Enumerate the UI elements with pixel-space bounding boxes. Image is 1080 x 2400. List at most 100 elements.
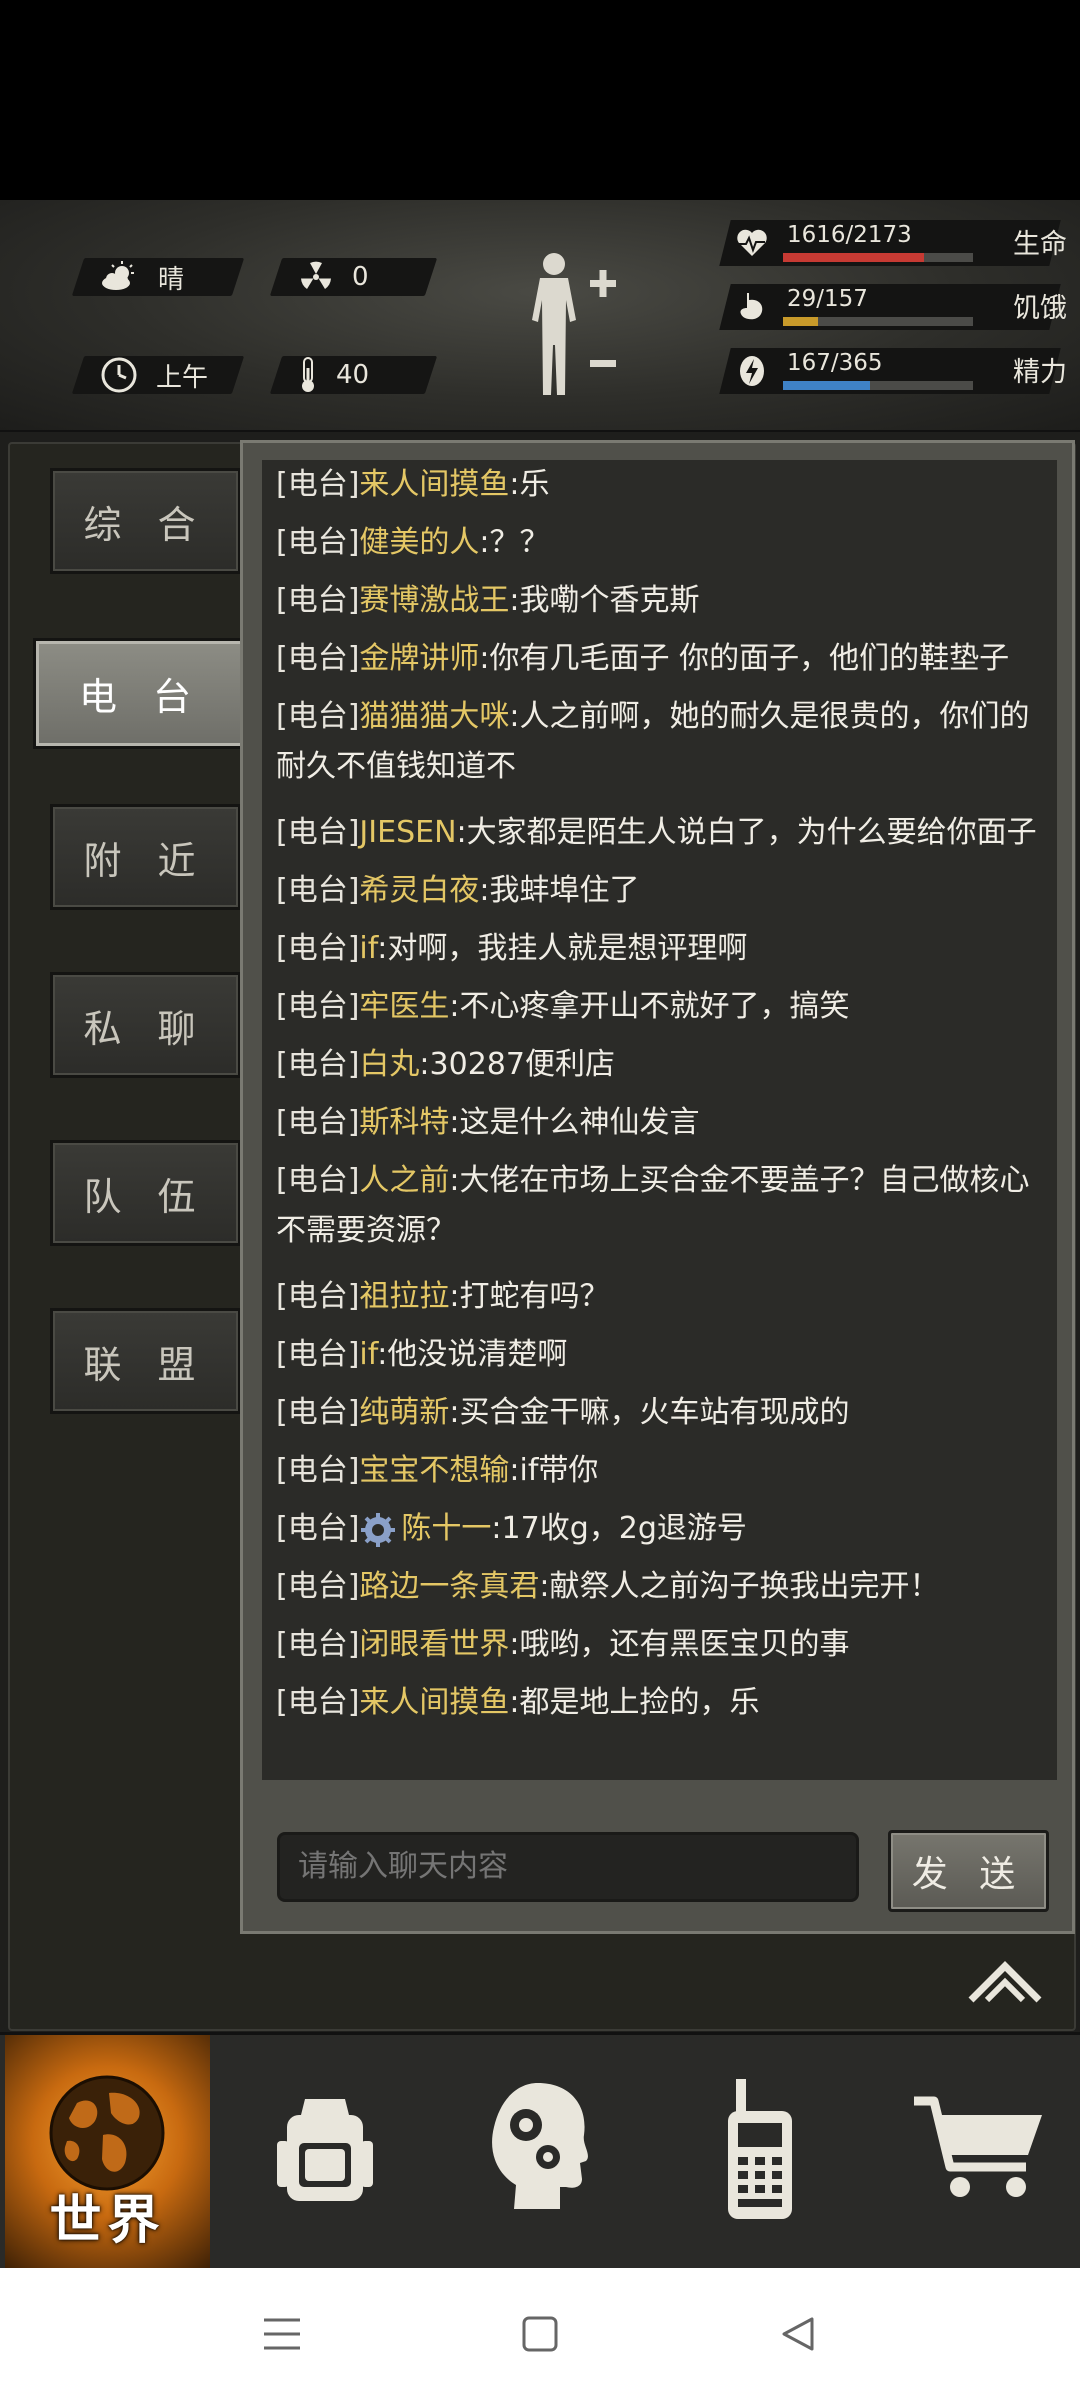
time-of-day-text: 上午 <box>156 362 209 393</box>
message-text: :？？ <box>479 525 550 560</box>
message-text: :我蚌埠住了 <box>479 873 640 908</box>
message-channel: [电台] <box>276 1453 360 1488</box>
message-username[interactable]: 纯萌新 <box>359 1395 449 1430</box>
menu-icon[interactable] <box>262 2316 302 2352</box>
radio-icon <box>728 2079 792 2219</box>
nav-shop[interactable] <box>880 2035 1080 2271</box>
message-username[interactable]: if <box>359 931 377 966</box>
message-channel: [电台] <box>276 873 360 908</box>
temperature-pill: 40 <box>269 356 438 394</box>
collapse-up-icon[interactable] <box>965 1958 1045 2008</box>
message-channel: [电台] <box>276 1685 360 1720</box>
energy-label: 精力 <box>1013 357 1067 388</box>
chat-message: [电台]路边一条真君:献祭人之前沟子换我出完开！ <box>276 1562 1051 1612</box>
message-username[interactable]: 来人间摸鱼 <box>359 467 509 502</box>
globe-icon <box>49 2075 165 2191</box>
message-channel: [电台] <box>276 1627 360 1662</box>
message-channel: [电台] <box>276 1337 360 1372</box>
message-username[interactable]: 健美的人 <box>359 525 479 560</box>
message-channel: [电台] <box>276 931 360 966</box>
nav-world-label: 世界 <box>49 2191 166 2251</box>
message-channel: [电台] <box>276 1511 360 1546</box>
chat-message-list[interactable]: [电台]来人间摸鱼:乐 [电台]健美的人:？？ [电台]赛博激战王:我嘞个香克斯 [电… <box>262 460 1057 1780</box>
heart-pulse-icon <box>737 229 767 256</box>
radiation-icon <box>301 261 331 289</box>
health-label: 生命 <box>1013 229 1067 260</box>
message-channel: [电台] <box>276 525 360 560</box>
nav-skills[interactable] <box>440 2035 640 2271</box>
message-channel: [电台] <box>276 815 360 850</box>
radiation-pill: 0 <box>269 258 438 296</box>
weather-text: 晴 <box>158 264 185 295</box>
chat-message: [电台]if:对啊，我挂人就是想评理啊 <box>276 924 1051 974</box>
chat-message: [电台]金牌讲师:你有几毛面子 你的面子，他们的鞋垫子 <box>276 634 1051 684</box>
chat-message: [电台]赛博激战王:我嘞个香克斯 <box>276 576 1051 626</box>
tab-private[interactable]: 私 聊 <box>50 972 241 1078</box>
message-text: :乐 <box>509 467 550 502</box>
message-channel: [电台] <box>276 1163 360 1198</box>
message-username[interactable]: 陈十一 <box>401 1511 491 1546</box>
message-text: :大家都是陌生人说白了，为什么要给你面子 <box>456 815 1037 850</box>
chat-message: [电台]健美的人:？？ <box>276 518 1051 568</box>
body-status-icon[interactable] <box>520 250 620 400</box>
time-pill: 上午 <box>71 356 245 394</box>
tab-alliance[interactable]: 联 盟 <box>50 1308 241 1414</box>
stat-health: 1616/2173 生命 <box>719 220 1067 266</box>
tab-nearby[interactable]: 附 近 <box>50 804 241 910</box>
back-icon[interactable] <box>780 2316 816 2352</box>
message-username[interactable]: 牢医生 <box>359 989 449 1024</box>
stomach-icon <box>740 293 763 320</box>
weather-pill: 晴 <box>71 258 245 296</box>
message-channel: [电台] <box>276 1047 360 1082</box>
message-username[interactable]: 宝宝不想输 <box>359 1453 509 1488</box>
message-text: :我嘞个香克斯 <box>509 583 700 618</box>
message-username[interactable]: 赛博激战王 <box>359 583 509 618</box>
chat-message: [电台]JIESEN:大家都是陌生人说白了，为什么要给你面子 <box>276 808 1051 858</box>
message-username[interactable]: 来人间摸鱼 <box>359 1685 509 1720</box>
hud-panel: 晴 0 上午 40 1616/2173 生命 29/157 饥饿 167/365… <box>0 200 1080 432</box>
tab-general[interactable]: 综 合 <box>50 468 241 574</box>
chat-message: [电台] 陈十一:17收g，2g退游号 <box>276 1504 1051 1554</box>
message-username[interactable]: 闭眼看世界 <box>359 1627 509 1662</box>
message-username[interactable]: JIESEN <box>359 815 456 850</box>
message-channel: [电台] <box>276 1279 360 1314</box>
backpack-icon <box>277 2099 373 2201</box>
nav-world[interactable]: 世界 <box>5 2035 210 2271</box>
health-value: 1616/2173 <box>787 222 912 248</box>
tab-team[interactable]: 队 伍 <box>50 1140 241 1246</box>
message-username[interactable]: 猫猫猫大咪 <box>359 699 509 734</box>
message-username[interactable]: 金牌讲师 <box>359 641 479 676</box>
message-username[interactable]: 人之前 <box>359 1163 449 1198</box>
message-text: :17收g，2g退游号 <box>491 1511 747 1546</box>
energy-bar <box>783 381 973 390</box>
chat-input[interactable] <box>277 1832 859 1902</box>
hunger-label: 饥饿 <box>1013 293 1067 324</box>
message-text: :买合金干嘛，火车站有现成的 <box>449 1395 850 1430</box>
home-icon[interactable] <box>522 2316 558 2352</box>
stat-energy: 167/365 精力 <box>719 348 1067 394</box>
chat-message: [电台]希灵白夜:我蚌埠住了 <box>276 866 1051 916</box>
clock-icon <box>101 357 137 393</box>
message-channel: [电台] <box>276 1105 360 1140</box>
chat-message: [电台]人之前:大佬在市场上买合金不要盖子？自己做核心不需要资源？ <box>276 1156 1051 1256</box>
send-button[interactable]: 发 送 <box>888 1830 1049 1912</box>
message-text: :if带你 <box>509 1453 599 1488</box>
message-username[interactable]: 斯科特 <box>359 1105 449 1140</box>
chat-message: [电台]纯萌新:买合金干嘛，火车站有现成的 <box>276 1388 1051 1438</box>
message-username[interactable]: 白丸 <box>359 1047 419 1082</box>
tab-radio[interactable]: 电 台 <box>33 638 249 749</box>
message-username[interactable]: 祖拉拉 <box>359 1279 449 1314</box>
nav-radio[interactable] <box>660 2035 860 2271</box>
energy-bolt-icon <box>740 356 764 386</box>
chat-message: [电台]牢医生:不心疼拿开山不就好了，搞笑 <box>276 982 1051 1032</box>
message-channel: [电台] <box>276 1395 360 1430</box>
cloudy-sun-icon <box>102 261 134 290</box>
message-username[interactable]: 希灵白夜 <box>359 873 479 908</box>
chat-message: [电台]猫猫猫大咪:人之前啊，她的耐久是很贵的，你们的耐久不值钱知道不 <box>276 692 1051 792</box>
message-username[interactable]: if <box>359 1337 377 1372</box>
message-text: :对啊，我挂人就是想评理啊 <box>377 931 748 966</box>
cart-icon <box>914 2096 1042 2197</box>
chat-message: [电台]祖拉拉:打蛇有吗？ <box>276 1272 1051 1322</box>
nav-backpack[interactable] <box>225 2035 425 2271</box>
message-username[interactable]: 路边一条真君 <box>359 1569 539 1604</box>
